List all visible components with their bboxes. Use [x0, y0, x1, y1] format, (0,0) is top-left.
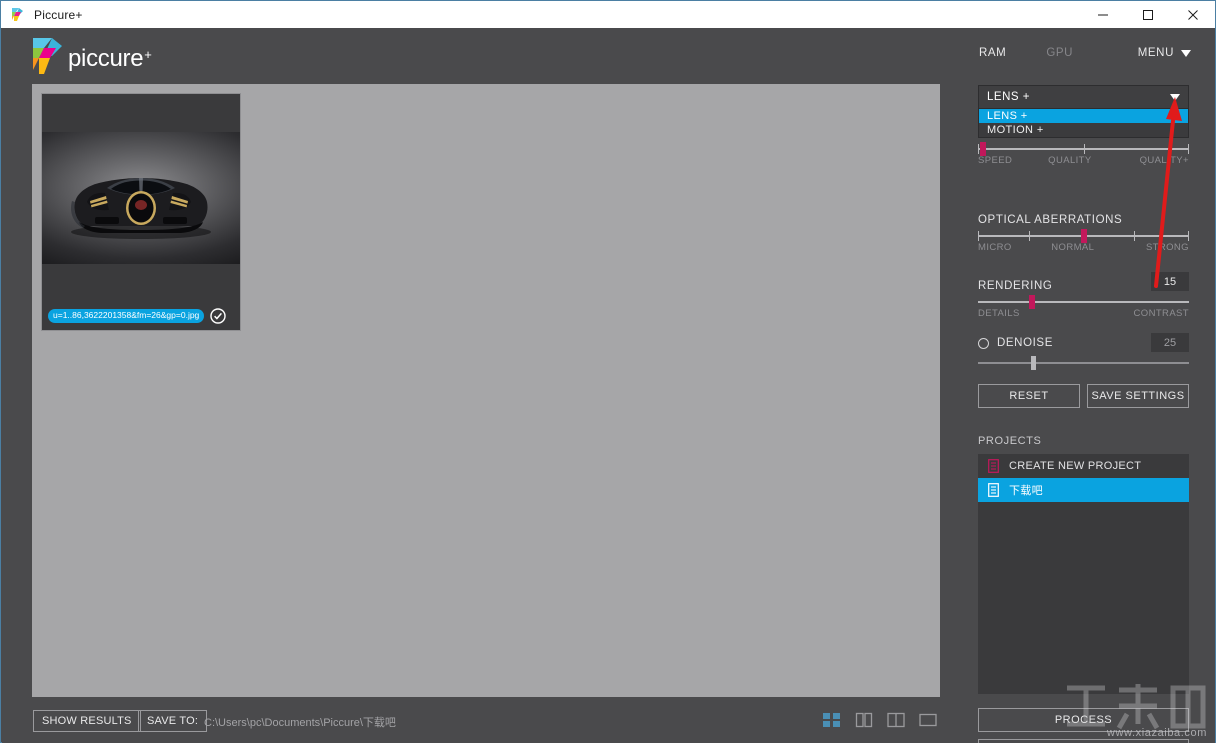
- thumbnail-image: [42, 132, 240, 264]
- optical-aberrations-section: OPTICAL ABERRATIONS MICRO NORMAL STRONG: [978, 214, 1189, 253]
- scale-label-micro: MICRO: [978, 242, 1012, 253]
- processing-quality-scale: SPEED QUALITY QUALITY+: [978, 155, 1189, 166]
- brand-superscript: +: [144, 47, 152, 62]
- ram-toggle[interactable]: RAM: [979, 47, 1006, 59]
- show-results-button[interactable]: SHOW RESULTS: [33, 710, 141, 732]
- chevron-down-icon: [1181, 49, 1191, 57]
- slider-handle[interactable]: [1028, 295, 1035, 309]
- scale-label-speed: SPEED: [978, 155, 1013, 166]
- image-canvas[interactable]: u=1..86,3622201358&fm=26&gp=0.jpg: [32, 84, 940, 697]
- rendering-section: RENDERING 15 DETAILS CONTRAST: [978, 272, 1189, 319]
- create-new-project-item[interactable]: CREATE NEW PROJECT: [978, 454, 1189, 478]
- scale-label-strong: STRONG: [1145, 242, 1189, 253]
- car-photo-graphic: [71, 178, 211, 239]
- scale-label-quality-plus: QUALITY+: [1139, 155, 1189, 166]
- cancel-button[interactable]: CANCEL: [978, 739, 1189, 743]
- minimize-button[interactable]: [1080, 1, 1125, 28]
- radio-off-icon[interactable]: [978, 337, 989, 349]
- mode-select-value: LENS +: [987, 91, 1030, 103]
- scale-label-quality: QUALITY: [1048, 155, 1092, 166]
- brand-name: piccure: [68, 45, 144, 72]
- denoise-value[interactable]: 25: [1151, 333, 1189, 352]
- save-to-button[interactable]: SAVE TO:: [138, 710, 208, 732]
- gpu-toggle[interactable]: GPU: [1046, 47, 1073, 59]
- slider-handle[interactable]: [1030, 356, 1036, 370]
- scale-label-normal: NORMAL: [1051, 242, 1095, 253]
- piccure-logo-icon: [33, 38, 62, 74]
- menu-button[interactable]: MENU: [1138, 47, 1191, 59]
- settings-panel: RAM GPU MENU LENS + LENS + MOTION + PROC…: [961, 29, 1215, 743]
- projects-title: PROJECTS: [978, 435, 1042, 447]
- save-path-text: C:\Users\pc\Documents\Piccure\下载吧: [204, 717, 396, 729]
- rendering-slider[interactable]: [978, 295, 1189, 309]
- rendering-scale: DETAILS CONTRAST: [978, 308, 1189, 319]
- processing-quality-slider[interactable]: [978, 142, 1189, 156]
- rendering-title: RENDERING: [978, 280, 1053, 292]
- mode-option-motion[interactable]: MOTION +: [979, 123, 1188, 137]
- window-controls: [1080, 1, 1215, 28]
- app-logo-icon: [10, 7, 26, 23]
- document-icon: [988, 483, 999, 497]
- scale-label-details: DETAILS: [978, 308, 1020, 319]
- scale-label-contrast: CONTRAST: [1133, 308, 1189, 319]
- mode-select-dropdown[interactable]: LENS + MOTION +: [978, 109, 1189, 138]
- optical-aberrations-scale: MICRO NORMAL STRONG: [978, 242, 1189, 253]
- project-label: 下载吧: [1009, 485, 1043, 497]
- mode-select[interactable]: LENS +: [978, 85, 1189, 109]
- denoise-slider[interactable]: [978, 356, 1189, 370]
- two-pane-view-icon[interactable]: [853, 711, 875, 729]
- watermark-url: www.xiazaiba.com: [1106, 727, 1207, 739]
- view-mode-switcher: [821, 711, 939, 729]
- menu-label: MENU: [1137, 47, 1174, 59]
- optical-aberrations-slider[interactable]: [978, 229, 1189, 243]
- check-circle-icon[interactable]: [210, 308, 226, 324]
- thumbnail-footer: u=1..86,3622201358&fm=26&gp=0.jpg: [42, 308, 240, 324]
- rendering-value[interactable]: 15: [1151, 272, 1189, 291]
- split-view-icon[interactable]: [885, 711, 907, 729]
- brand-logo: piccure +: [30, 36, 152, 76]
- single-view-icon[interactable]: [917, 711, 939, 729]
- maximize-button[interactable]: [1125, 1, 1170, 28]
- save-settings-button[interactable]: SAVE SETTINGS: [1087, 384, 1189, 408]
- image-thumbnail-card[interactable]: u=1..86,3622201358&fm=26&gp=0.jpg: [41, 93, 241, 331]
- panel-top-bar: RAM GPU MENU: [979, 47, 1191, 59]
- new-document-icon: [988, 459, 999, 473]
- thumbnail-filename[interactable]: u=1..86,3622201358&fm=26&gp=0.jpg: [48, 308, 205, 324]
- optical-aberrations-title: OPTICAL ABERRATIONS: [978, 214, 1123, 226]
- projects-list[interactable]: CREATE NEW PROJECT 下载吧: [978, 454, 1189, 694]
- denoise-section: DENOISE 25: [978, 333, 1189, 370]
- denoise-title: DENOISE: [997, 337, 1053, 349]
- chevron-down-icon: [1170, 93, 1180, 101]
- close-button[interactable]: [1170, 1, 1215, 28]
- window-title: Piccure+: [34, 7, 83, 22]
- title-bar: Piccure+: [1, 1, 1215, 28]
- slider-handle[interactable]: [1081, 229, 1088, 243]
- grid-view-icon[interactable]: [821, 711, 843, 729]
- application-window: Piccure+ piccure + u=1..86,3622201358&fm…: [0, 0, 1216, 743]
- denoise-header: DENOISE 25: [978, 333, 1189, 353]
- mode-option-lens[interactable]: LENS +: [979, 109, 1188, 123]
- reset-button[interactable]: RESET: [978, 384, 1080, 408]
- slider-handle[interactable]: [980, 142, 987, 156]
- project-item-selected[interactable]: 下载吧: [978, 478, 1189, 502]
- project-label: CREATE NEW PROJECT: [1009, 460, 1142, 472]
- rendering-header: RENDERING 15: [978, 272, 1189, 292]
